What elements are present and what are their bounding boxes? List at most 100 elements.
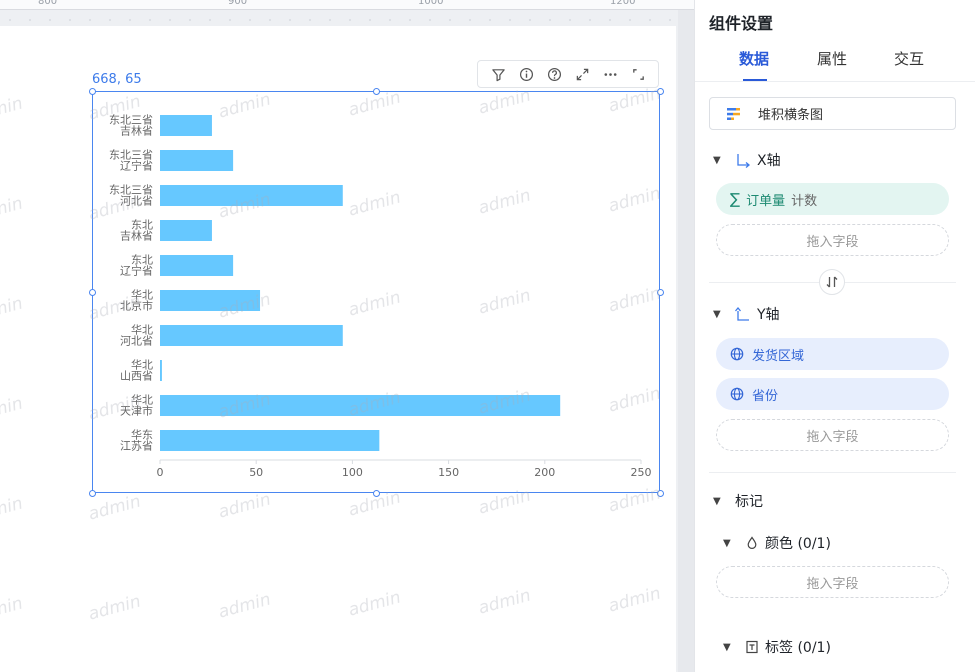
expand-icon (576, 68, 588, 80)
x-axis-dropzone[interactable]: 拖入字段 (716, 224, 949, 256)
swap-icon (826, 276, 838, 288)
ruler-label: 1000 (418, 0, 444, 7)
stacked-bar-icon (727, 107, 740, 120)
chevron-down-icon: ▼ (713, 308, 721, 320)
ruler-label: 900 (228, 0, 248, 7)
y-tick-province: 辽宁省 (120, 159, 153, 173)
y-axis-field-pill[interactable]: 发货区域 (716, 338, 949, 370)
x-field-agg: 计数 (791, 193, 818, 209)
y-tick-province: 河北省 (120, 195, 153, 208)
y-tick-province: 吉林省 (120, 229, 153, 243)
bar[interactable] (160, 150, 234, 171)
chart-type-selector[interactable]: 堆积横条图 (709, 97, 956, 130)
component-settings-panel: 组件设置 数据 属性 交互 堆积横条图 ▼ X轴 ∑ 订单量 计数 拖入字段 ▼… (694, 0, 975, 672)
fullscreen-button[interactable] (572, 64, 592, 84)
bar[interactable] (160, 360, 162, 381)
ruler-label: 1200 (610, 0, 636, 7)
x-axis-icon (737, 154, 751, 168)
color-mark-header[interactable]: ▼ 颜色 (0/1) (723, 533, 831, 553)
marks-label: 标记 (735, 494, 763, 510)
y-axis-label: Y轴 (757, 307, 780, 323)
y-tick-province: 吉林省 (120, 124, 153, 138)
y-field-name: 省份 (752, 388, 779, 404)
top-ruler: 800 900 1000 1200 (0, 0, 694, 10)
tag-mark-header[interactable]: ▼ 标签 (0/1) (723, 637, 831, 657)
chevron-down-icon: ▼ (713, 154, 721, 166)
y-tick-province: 江苏省 (120, 440, 153, 453)
bar[interactable] (160, 115, 212, 136)
x-axis-label: X轴 (757, 153, 781, 169)
panel-title: 组件设置 (709, 14, 774, 33)
y-tick-label: 华北山西省 (120, 358, 153, 383)
filter-icon (491, 68, 505, 81)
ruler-label: 800 (38, 0, 58, 7)
globe-icon (730, 347, 744, 361)
tag-mark-label: 标签 (0/1) (765, 640, 831, 656)
component-position-label: 668, 65 (92, 72, 142, 87)
chart-type-label: 堆积横条图 (758, 108, 824, 123)
tab-data[interactable]: 数据 (739, 48, 769, 69)
y-axis-section-header[interactable]: ▼ Y轴 (713, 304, 780, 324)
droplet-icon (747, 536, 757, 549)
bar[interactable] (160, 290, 261, 311)
y-tick-label: 东北三省河北省 (109, 184, 153, 208)
crop-button[interactable] (628, 64, 648, 84)
y-tick-province: 天津市 (120, 404, 153, 418)
stacked-bar-chart[interactable]: 东北三省吉林省东北三省辽宁省东北三省河北省东北吉林省东北辽宁省华北北京市华北河北… (93, 92, 659, 492)
y-tick-label: 东北吉林省 (120, 219, 153, 243)
y-tick-province: 河北省 (120, 335, 153, 348)
active-tab-indicator (743, 79, 767, 81)
y-tick-label: 华北天津市 (120, 393, 153, 418)
crop-icon (632, 68, 644, 80)
question-icon (547, 67, 561, 81)
chevron-down-icon: ▼ (723, 641, 731, 653)
y-tick-label: 华北北京市 (120, 288, 153, 313)
info-button[interactable] (516, 64, 536, 84)
y-axis-dropzone[interactable]: 拖入字段 (716, 419, 949, 451)
settings-tabs: 数据 属性 交互 (695, 44, 975, 82)
tab-interaction[interactable]: 交互 (894, 48, 924, 69)
marks-section-header[interactable]: ▼ 标记 (713, 491, 763, 511)
x-tick-label: 50 (249, 466, 263, 479)
bar[interactable] (160, 395, 561, 416)
filter-button[interactable] (488, 64, 508, 84)
bar[interactable] (160, 325, 343, 346)
swap-axes-button[interactable] (819, 269, 845, 295)
y-tick-label: 东北三省辽宁省 (109, 149, 153, 173)
x-field-name: 订单量 (746, 193, 786, 209)
help-button[interactable] (544, 64, 564, 84)
x-tick-label: 250 (631, 466, 652, 479)
more-button[interactable] (600, 64, 620, 84)
component-toolbar (477, 60, 659, 88)
y-tick-province: 辽宁省 (120, 264, 153, 278)
x-tick-label: 0 (157, 466, 164, 479)
y-tick-label: 华北河北省 (120, 323, 153, 348)
chevron-down-icon: ▼ (723, 537, 731, 549)
y-field-name: 发货区域 (752, 348, 805, 364)
x-tick-label: 150 (438, 466, 459, 479)
globe-icon (730, 387, 744, 401)
x-tick-label: 200 (534, 466, 555, 479)
chevron-down-icon: ▼ (713, 495, 721, 507)
bar[interactable] (160, 430, 380, 451)
sigma-icon: ∑ (730, 190, 741, 208)
label-icon (746, 640, 758, 654)
y-tick-label: 华东江苏省 (120, 428, 153, 453)
color-dropzone[interactable]: 拖入字段 (716, 566, 949, 598)
bar[interactable] (160, 220, 212, 241)
bar[interactable] (160, 255, 234, 276)
info-icon (519, 67, 533, 81)
x-axis-section-header[interactable]: ▼ X轴 (713, 150, 781, 170)
bar[interactable] (160, 185, 343, 206)
y-tick-province: 北京市 (120, 299, 153, 313)
x-axis-field-pill[interactable]: ∑ 订单量 计数 (716, 183, 949, 215)
y-tick-label: 东北辽宁省 (120, 254, 153, 278)
more-icon (604, 72, 616, 76)
y-axis-field-pill[interactable]: 省份 (716, 378, 949, 410)
tab-properties[interactable]: 属性 (817, 48, 847, 69)
divider (709, 472, 956, 473)
color-mark-label: 颜色 (0/1) (765, 536, 831, 552)
x-tick-label: 100 (342, 466, 363, 479)
y-tick-label: 东北三省吉林省 (109, 114, 153, 138)
canvas-scrollbar[interactable] (678, 10, 694, 672)
